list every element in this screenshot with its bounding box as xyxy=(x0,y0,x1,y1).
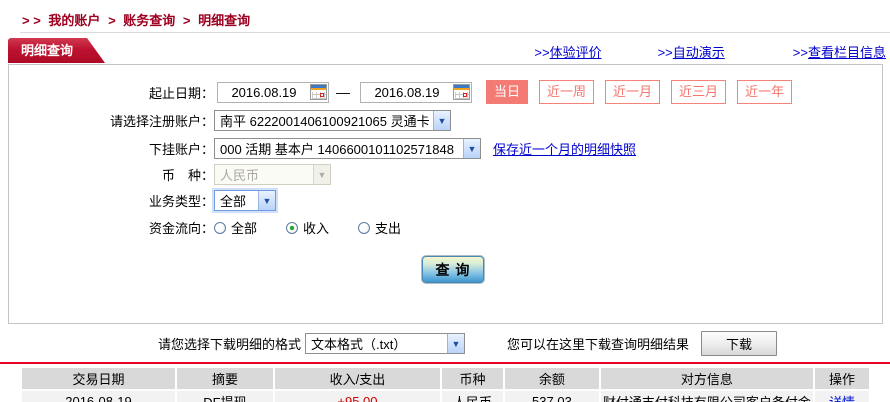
currency-select-disabled: 人民币 ▼ xyxy=(214,164,331,185)
download-format-select[interactable]: 文本格式（.txt） ▼ xyxy=(305,333,466,354)
sub-account-select[interactable]: 000 活期 基本户 1406600101102571848 ▼ xyxy=(214,138,481,159)
col-trade-date: 交易日期 xyxy=(22,368,175,389)
quick-range-today-button[interactable]: 当日 xyxy=(486,80,529,104)
cell-trade-date: 2016-08-19 xyxy=(22,389,175,402)
registered-account-label: 请选择注册账户： xyxy=(109,114,214,129)
table-top-rule xyxy=(0,362,890,364)
flow-option-expense[interactable]: 支出 xyxy=(358,218,401,237)
chevron-down-icon[interactable]: ▼ xyxy=(258,191,275,210)
calendar-icon[interactable] xyxy=(310,84,327,100)
registered-account-select[interactable]: 南平 6222001406100921065 灵通卡 ▼ xyxy=(214,110,451,131)
col-amount: 收入/支出 xyxy=(272,368,440,389)
col-balance: 余额 xyxy=(502,368,599,389)
fund-flow-label: 资金流向： xyxy=(148,221,214,236)
download-row: 请您选择下载明细的格式 文本格式（.txt） ▼ 您可以在这里下载查询明细结果 … xyxy=(0,331,890,356)
divider xyxy=(20,32,890,33)
quick-range-month-button[interactable]: 近一月 xyxy=(605,80,661,104)
table-header-row: 交易日期 摘要 收入/支出 币种 余额 对方信息 操作 xyxy=(22,368,869,389)
cell-counterparty: 财付通支付科技有限公司客户备付金 xyxy=(598,389,813,402)
calendar-day-mark xyxy=(320,93,324,97)
date-to-input[interactable]: 2016.08.19 xyxy=(360,81,472,103)
link-experience-rating[interactable]: >>体验评价 xyxy=(534,42,601,61)
business-type-label: 业务类型： xyxy=(148,194,214,209)
chevron-down-icon[interactable]: ▼ xyxy=(463,139,480,158)
cell-amount: +95.00 xyxy=(272,389,440,402)
link-arrow: >> xyxy=(792,45,808,60)
fund-flow-row: 资金流向： 全部 收入 支出 xyxy=(9,218,876,237)
radio-icon[interactable] xyxy=(358,221,371,234)
quick-range-quarter-button[interactable]: 近三月 xyxy=(671,80,727,104)
download-button[interactable]: 下载 xyxy=(701,331,778,356)
breadcrumb-separator: > xyxy=(182,13,191,28)
link-label: 自动演示 xyxy=(672,45,725,60)
flow-option-expense-label: 支出 xyxy=(375,221,402,236)
radio-icon[interactable] xyxy=(214,221,226,234)
calendar-day-mark xyxy=(463,93,467,97)
radio-selected-icon[interactable] xyxy=(286,221,299,234)
calendar-icon[interactable] xyxy=(453,84,470,100)
link-arrow: >> xyxy=(657,45,673,60)
breadcrumb-item-account-query[interactable]: 账务查询 xyxy=(123,13,175,28)
flow-option-all[interactable]: 全部 xyxy=(214,218,257,237)
chevron-down-icon[interactable]: ▼ xyxy=(433,111,450,130)
cell-balance: 537.03 xyxy=(502,389,599,402)
quick-range-year-button[interactable]: 近一年 xyxy=(737,80,793,104)
breadcrumb-separator: > xyxy=(108,13,116,28)
link-auto-demo[interactable]: >>自动演示 xyxy=(658,42,725,61)
currency-row: 币 种： 人民币 ▼ xyxy=(9,164,876,185)
date-range-label: 起止日期： xyxy=(148,85,214,101)
registered-account-row: 请选择注册账户： 南平 6222001406100921065 灵通卡 ▼ xyxy=(9,110,876,131)
query-button[interactable]: 查 询 xyxy=(422,256,484,283)
currency-label: 币 种： xyxy=(161,168,214,183)
table-row: 2016-08-19 DF提现 +95.00 人民币 537.03 财付通支付科… xyxy=(22,389,869,402)
tab-detail-query[interactable]: 明细查询 xyxy=(8,38,105,63)
registered-account-value: 南平 6222001406100921065 灵通卡 xyxy=(220,114,430,129)
date-from-value: 2016.08.19 xyxy=(231,84,297,100)
date-to-value: 2016.08.19 xyxy=(374,84,440,100)
flow-option-income-label: 收入 xyxy=(303,221,330,236)
link-view-column-info[interactable]: >>查看栏目信息 xyxy=(793,42,886,61)
currency-value: 人民币 xyxy=(220,168,260,183)
col-summary: 摘要 xyxy=(174,368,273,389)
date-range-row: 起止日期： 2016.08.19 — 2016.08.19 当日 近一周 近一月… xyxy=(9,80,876,104)
breadcrumb-prefix: > > xyxy=(22,13,41,28)
results-table: 交易日期 摘要 收入/支出 币种 余额 对方信息 操作 2016-08-19 D… xyxy=(22,368,869,402)
page: > > 我的账户 > 账务查询 > 明细查询 明细查询 >>体验评价 >>自动演… xyxy=(0,0,890,402)
col-action: 操作 xyxy=(812,368,869,389)
sub-account-row: 下挂账户： 000 活期 基本户 1406600101102571848 ▼ 保… xyxy=(9,138,876,159)
link-label: 体验评价 xyxy=(549,45,602,60)
cell-action: 详情 xyxy=(812,389,869,402)
col-currency: 币种 xyxy=(439,368,503,389)
breadcrumb: > > 我的账户 > 账务查询 > 明细查询 xyxy=(0,0,890,32)
section-header: 明细查询 >>体验评价 >>自动演示 >>查看栏目信息 xyxy=(0,38,890,64)
quick-range-week-button[interactable]: 近一周 xyxy=(539,80,595,104)
date-from-input[interactable]: 2016.08.19 xyxy=(217,81,329,103)
link-label: 查看栏目信息 xyxy=(807,45,886,60)
sub-account-value: 000 活期 基本户 1406600101102571848 xyxy=(220,142,454,157)
breadcrumb-item-my-account[interactable]: 我的账户 xyxy=(48,13,100,28)
cell-currency: 人民币 xyxy=(439,389,503,402)
download-hint: 您可以在这里下载查询明细结果 xyxy=(507,337,690,352)
breadcrumb-item-detail-query[interactable]: 明细查询 xyxy=(198,13,250,28)
chevron-down-icon: ▼ xyxy=(313,165,330,184)
detail-link[interactable]: 详情 xyxy=(829,395,855,402)
business-type-value: 全部 xyxy=(220,194,247,209)
chevron-down-icon[interactable]: ▼ xyxy=(447,334,465,353)
business-type-row: 业务类型： 全部 ▼ xyxy=(9,190,876,211)
flow-option-all-label: 全部 xyxy=(231,221,258,236)
col-counterparty: 对方信息 xyxy=(598,368,813,389)
flow-option-income[interactable]: 收入 xyxy=(286,218,329,237)
business-type-select[interactable]: 全部 ▼ xyxy=(214,190,276,211)
date-separator: — xyxy=(336,84,350,100)
query-form: 起止日期： 2016.08.19 — 2016.08.19 当日 近一周 近一月… xyxy=(8,64,883,324)
link-arrow: >> xyxy=(534,45,550,60)
sub-account-label: 下挂账户： xyxy=(148,142,214,157)
download-format-value: 文本格式（.txt） xyxy=(311,337,407,352)
download-format-label: 请您选择下载明细的格式 xyxy=(158,337,302,352)
cell-summary: DF提现 xyxy=(174,389,273,402)
header-links: >>体验评价 >>自动演示 >>查看栏目信息 xyxy=(534,42,886,61)
snapshot-link[interactable]: 保存近一个月的明细快照 xyxy=(493,139,636,158)
